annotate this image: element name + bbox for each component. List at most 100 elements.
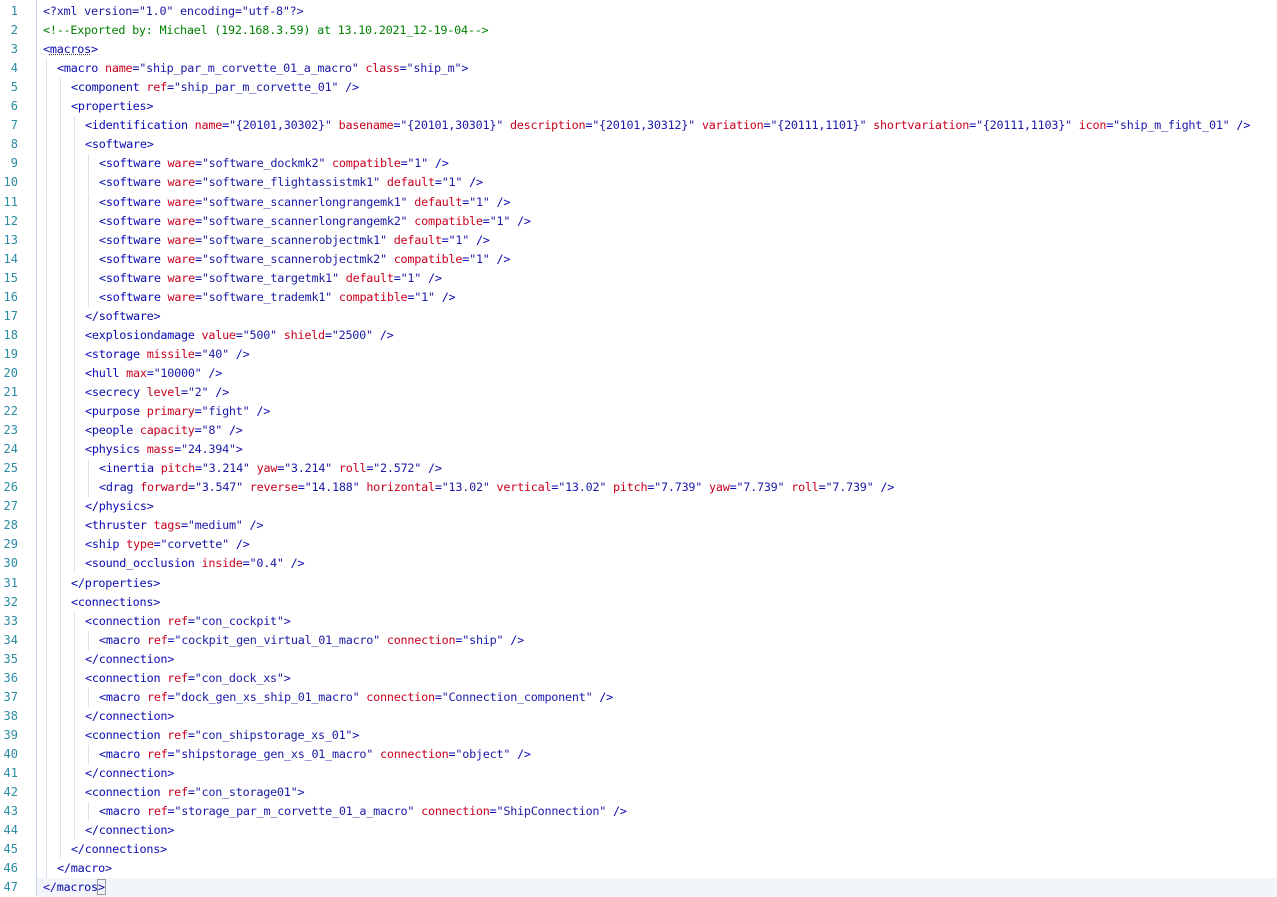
token-sym: /> — [345, 80, 359, 95]
code-text[interactable]: <macro ref="shipstorage_gen_xs_01_macro"… — [99, 745, 531, 764]
code-line[interactable]: 30 <sound_occlusion inside="0.4" /> — [0, 554, 1277, 574]
code-line[interactable]: 4 <macro name = "ship_par_m_corvette_01_a_m… — [0, 59, 1277, 79]
code-line[interactable]: 17 </software> — [0, 306, 1277, 326]
code-line[interactable]: 38 </connection> — [0, 706, 1277, 726]
code-text[interactable]: <storage missile="40" /> — [85, 345, 250, 364]
code-line[interactable]: 24 <physics mass="24.394"> — [0, 440, 1277, 460]
code-line[interactable]: 43 <macro ref = "storage_par_m_corvette_01_… — [0, 802, 1277, 822]
code-line[interactable]: 14 <software ware="software_scannerobject… — [0, 249, 1277, 269]
code-text[interactable]: </macro> — [57, 859, 112, 878]
code-text[interactable]: <?xml version="1.0" encoding="utf-8"?> — [43, 2, 304, 21]
code-line[interactable]: 37 <macro ref = "dock_gen_xs_ship_01_macro"… — [0, 687, 1277, 707]
code-line[interactable]: 1 <?xml version="1.0" encoding="utf-8"?> — [0, 2, 1277, 21]
code-text[interactable]: <purpose primary="fight" /> — [85, 402, 270, 421]
token-sym: = — [242, 556, 250, 571]
code-text[interactable]: <sound_occlusion inside="0.4" /> — [85, 554, 305, 573]
code-line[interactable]: 35 </connection> — [0, 649, 1277, 669]
code-text[interactable]: <software ware="software_targetmk1" defa… — [99, 269, 442, 288]
token-sym: < — [85, 785, 92, 800]
code-line[interactable]: 19 <storage missile="40" /> — [0, 344, 1277, 364]
code-text[interactable]: <identification name="{20101,30302}" bas… — [85, 116, 1250, 135]
code-line[interactable]: 20 <hull max="10000" /> — [0, 363, 1277, 383]
code-line[interactable]: 9 <software ware="software_dockmk2" compa… — [0, 154, 1277, 174]
code-line[interactable]: 40 <macro ref="shipstorage_gen_xs_01_macr… — [0, 744, 1277, 764]
code-line[interactable]: 10 <software ware="software_flightassistm… — [0, 173, 1277, 193]
code-line[interactable]: 28 <thruster tags="medium" /> — [0, 516, 1277, 536]
code-text[interactable]: <physics mass="24.394"> — [85, 440, 243, 459]
code-text[interactable]: <properties> — [71, 97, 153, 116]
code-text[interactable]: <explosiondamage value="500" shield="250… — [85, 326, 394, 345]
code-text[interactable]: </physics> — [85, 497, 154, 516]
code-text[interactable]: <hull max="10000" /> — [85, 364, 222, 383]
code-text[interactable]: <connection ref="con_storage01"> — [85, 783, 305, 802]
code-editor[interactable]: 1 <?xml version="1.0" encoding="utf-8"?> 2… — [0, 0, 1277, 897]
code-text[interactable]: <thruster tags="medium" /> — [85, 516, 263, 535]
code-text[interactable]: <macro name = "ship_par_m_corvette_01_a_ma… — [57, 59, 468, 78]
code-line[interactable]: 33 <connection ref="con_cockpit"> — [0, 611, 1277, 631]
code-text[interactable]: <connection ref="con_shipstorage_xs_01"> — [85, 726, 359, 745]
code-line[interactable]: 23 <people capacity="8" /> — [0, 421, 1277, 441]
code-text[interactable]: <macro ref = "dock_gen_xs_ship_01_macro" c… — [99, 688, 613, 707]
code-line[interactable]: 32 <connections> — [0, 592, 1277, 612]
code-line[interactable]: 42 <connection ref="con_storage01"> — [0, 783, 1277, 803]
code-line[interactable]: 47 </macros> — [0, 878, 1277, 897]
code-text[interactable]: <connection ref="con_cockpit"> — [85, 612, 291, 631]
code-line[interactable]: 41 </connection> — [0, 764, 1277, 783]
code-line[interactable]: 25 <inertia pitch="3.214" yaw="3.214" rol… — [0, 459, 1277, 479]
code-text[interactable]: </connection> — [85, 764, 174, 783]
code-text[interactable]: </connection> — [85, 707, 174, 726]
code-line[interactable]: 39 <connection ref="con_shipstorage_xs_01… — [0, 725, 1277, 745]
code-text[interactable]: <software ware="software_scannerlongrang… — [99, 212, 531, 231]
code-line[interactable]: 27 </physics> — [0, 497, 1277, 517]
code-text[interactable]: <macro ref = "storage_par_m_corvette_01_a_… — [99, 802, 627, 821]
code-text[interactable]: <drag forward="3.547" reverse="14.188" h… — [99, 478, 894, 497]
code-text[interactable]: </connection> — [85, 650, 174, 669]
code-line[interactable]: 15 <software ware="software_targetmk1" de… — [0, 268, 1277, 288]
code-text[interactable]: <people capacity="8" /> — [85, 421, 243, 440]
code-line[interactable]: 21 <secrecy level="2" /> — [0, 383, 1277, 402]
code-line[interactable]: 46 </macro> — [0, 859, 1277, 879]
code-line[interactable]: 12 <software ware="software_scannerlongra… — [0, 211, 1277, 231]
code-line[interactable]: 26 <drag forward="3.547" reverse="14.188"… — [0, 478, 1277, 498]
code-text[interactable]: </properties> — [71, 574, 160, 593]
code-line[interactable]: 5 <component ref="ship_par_m_corvette_01"… — [0, 78, 1277, 98]
code-line[interactable]: 16 <software ware="software_trademk1" com… — [0, 287, 1277, 307]
code-line[interactable]: 36 <connection ref="con_dock_xs"> — [0, 668, 1277, 688]
code-line[interactable]: 7 <identification name="{20101,30302}" ba… — [0, 116, 1277, 136]
code-text[interactable]: <ship type="corvette" /> — [85, 535, 250, 554]
code-text[interactable]: <connection ref="con_dock_xs"> — [85, 669, 291, 688]
code-line[interactable]: 45 </connections> — [0, 840, 1277, 860]
code-text[interactable]: <connections> — [71, 593, 160, 612]
code-text[interactable]: </macros> — [43, 878, 106, 897]
token-attr: default — [414, 194, 463, 209]
code-text[interactable]: <software ware="software_scannerobjectmk… — [99, 231, 490, 250]
code-text[interactable]: </connection> — [85, 821, 174, 840]
code-text[interactable]: <secrecy level="2" /> — [85, 383, 229, 402]
indent-guide — [46, 268, 47, 288]
code-text[interactable]: <!--Exported by: Michael (192.168.3.59) … — [43, 21, 489, 40]
code-line[interactable]: 13 <software ware="software_scannerobject… — [0, 230, 1277, 250]
code-text[interactable]: </connections> — [71, 840, 167, 859]
code-line[interactable]: 6 <properties> — [0, 97, 1277, 117]
code-line[interactable]: 11 <software ware="software_scannerlongra… — [0, 192, 1277, 212]
code-line[interactable]: 8 <software> — [0, 135, 1277, 155]
code-line[interactable]: 44 </connection> — [0, 821, 1277, 841]
code-line[interactable]: 34 <macro ref="cockpit_gen_virtual_01_mac… — [0, 630, 1277, 650]
code-line[interactable]: 22 <purpose primary="fight" /> — [0, 402, 1277, 422]
code-text[interactable]: <component ref="ship_par_m_corvette_01" … — [71, 78, 359, 97]
code-text[interactable]: <macros> — [43, 40, 98, 59]
code-text[interactable]: <software ware="software_dockmk2" compat… — [99, 154, 449, 173]
code-text[interactable]: <inertia pitch="3.214" yaw="3.214" roll=… — [99, 459, 442, 478]
code-line[interactable]: 29 <ship type="corvette" /> — [0, 535, 1277, 555]
code-text[interactable]: <macro ref="cockpit_gen_virtual_01_macro… — [99, 631, 524, 650]
code-line[interactable]: 31 </properties> — [0, 573, 1277, 593]
code-text[interactable]: <software ware="software_scannerobjectmk… — [99, 250, 510, 269]
code-text[interactable]: <software ware="software_scannerlongrang… — [99, 193, 510, 212]
code-text[interactable]: <software> — [85, 135, 154, 154]
code-text[interactable]: </software> — [85, 307, 161, 326]
code-line[interactable]: 18 <explosiondamage value="500" shield="2… — [0, 325, 1277, 345]
code-text[interactable]: <software ware="software_flightassistmk1… — [99, 173, 483, 192]
code-text[interactable]: <software ware="software_trademk1" compa… — [99, 288, 456, 307]
code-line[interactable]: 2 <!--Exported by: Michael (192.168.3.59)… — [0, 21, 1277, 40]
code-line[interactable]: 3 <macros> — [0, 40, 1277, 59]
